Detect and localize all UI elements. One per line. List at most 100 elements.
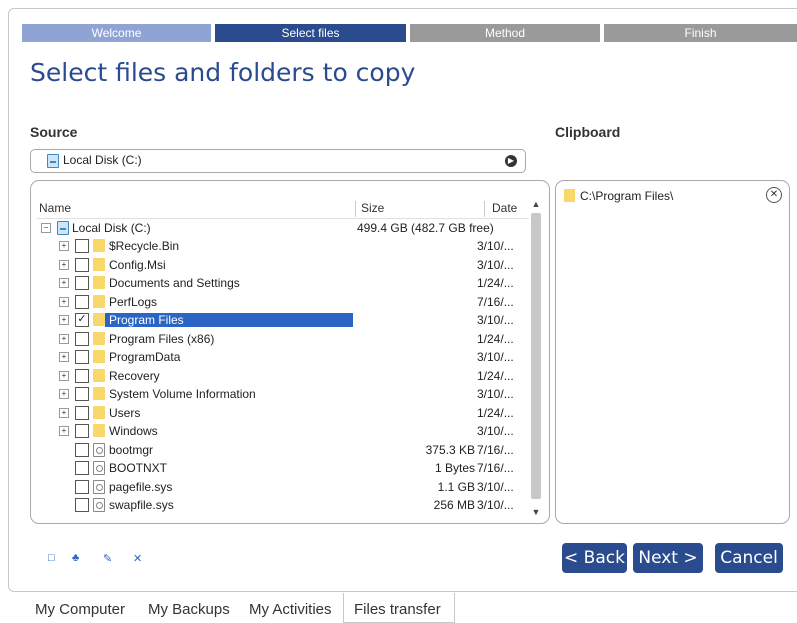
scroll-down-icon[interactable]: ▼ bbox=[529, 505, 543, 519]
tree-row[interactable]: + $Recycle.Bin 3/10/... bbox=[37, 237, 529, 255]
source-dropdown[interactable]: Local Disk (C:) ▶ bbox=[30, 149, 526, 173]
row-checkbox[interactable] bbox=[75, 498, 89, 512]
row-size: 1 Bytes bbox=[434, 461, 475, 475]
file-icon bbox=[93, 461, 105, 475]
expand-icon[interactable]: + bbox=[59, 296, 69, 307]
expand-icon[interactable]: + bbox=[59, 407, 69, 418]
bottom-tabs: My Computer My Backups My Activities Fil… bbox=[0, 593, 797, 623]
collapse-icon[interactable]: − bbox=[41, 223, 51, 233]
tree-row[interactable]: swapfile.sys 256 MB 3/10/... bbox=[37, 496, 529, 514]
row-label: pagefile.sys bbox=[109, 479, 173, 494]
row-checkbox[interactable] bbox=[75, 461, 89, 475]
tree-root-label: Local Disk (C:) bbox=[72, 221, 151, 235]
folder-icon bbox=[93, 276, 105, 289]
tree-row[interactable]: + Windows 3/10/... bbox=[37, 422, 529, 440]
tab-my-backups[interactable]: My Backups bbox=[148, 601, 230, 618]
tree-row[interactable]: + ✓ Program Files 3/10/... bbox=[37, 311, 529, 329]
row-checkbox[interactable] bbox=[75, 294, 89, 309]
row-checkbox[interactable] bbox=[75, 350, 89, 364]
row-label: Users bbox=[109, 405, 141, 420]
tree-row[interactable]: + System Volume Information 3/10/... bbox=[37, 385, 529, 403]
cancel-button[interactable]: Cancel bbox=[715, 543, 783, 573]
rename-icon[interactable]: ✎ bbox=[103, 552, 112, 565]
expand-icon[interactable]: + bbox=[59, 352, 69, 362]
source-dropdown-value: Local Disk (C:) bbox=[63, 153, 142, 167]
row-checkbox[interactable] bbox=[75, 424, 89, 438]
tab-files-transfer[interactable]: Files transfer bbox=[343, 593, 455, 623]
tree-row[interactable]: + Recovery 1/24/... bbox=[37, 367, 529, 385]
column-date[interactable]: Date bbox=[492, 201, 517, 215]
row-date: 1/24/... bbox=[477, 368, 514, 383]
row-checkbox[interactable] bbox=[75, 479, 89, 494]
new-folder-icon[interactable]: □ bbox=[48, 552, 55, 564]
column-name[interactable]: Name bbox=[39, 201, 71, 215]
scroll-thumb[interactable] bbox=[531, 213, 541, 499]
tab-my-computer[interactable]: My Computer bbox=[35, 601, 125, 618]
row-checkbox[interactable] bbox=[75, 387, 89, 401]
row-date: 3/10/... bbox=[477, 350, 514, 364]
folder-icon bbox=[93, 257, 105, 271]
row-label: Program Files (x86) bbox=[109, 331, 215, 346]
scroll-up-icon[interactable]: ▲ bbox=[529, 197, 543, 211]
delete-icon[interactable]: ✕ bbox=[133, 552, 142, 565]
expand-icon[interactable]: + bbox=[59, 315, 69, 325]
source-label: Source bbox=[30, 124, 78, 140]
tree-root[interactable]: − Local Disk (C:) 499.4 GB (482.7 GB fre… bbox=[37, 219, 529, 237]
folder-icon bbox=[93, 331, 105, 345]
row-checkbox[interactable] bbox=[75, 239, 89, 253]
tree-scrollbar[interactable]: ▲ ▼ bbox=[529, 197, 543, 519]
row-checkbox[interactable] bbox=[75, 368, 89, 383]
next-button[interactable]: Next > bbox=[633, 543, 703, 573]
file-icon bbox=[93, 498, 105, 512]
row-label: BOOTNXT bbox=[109, 461, 168, 475]
row-checkbox[interactable] bbox=[75, 405, 89, 420]
row-checkbox[interactable] bbox=[75, 257, 89, 272]
expand-icon[interactable]: + bbox=[59, 426, 69, 436]
expand-icon[interactable]: + bbox=[59, 370, 69, 381]
row-label: swapfile.sys bbox=[109, 498, 174, 512]
row-checkbox[interactable] bbox=[75, 331, 89, 346]
expand-icon[interactable]: + bbox=[59, 333, 69, 344]
tree-row[interactable]: + Config.Msi 3/10/... bbox=[37, 256, 529, 274]
row-label: Documents and Settings bbox=[109, 276, 240, 290]
tree-row[interactable]: + PerfLogs 7/16/... bbox=[37, 293, 529, 311]
expand-icon[interactable]: + bbox=[59, 259, 69, 270]
tree-row[interactable]: + Documents and Settings 1/24/... bbox=[37, 274, 529, 292]
tree-row[interactable]: bootmgr 375.3 KB 7/16/... bbox=[37, 441, 529, 459]
expand-icon[interactable]: + bbox=[59, 278, 69, 288]
clipboard-list[interactable]: C:\Program Files\ ✕ bbox=[555, 180, 790, 524]
tree-row[interactable]: pagefile.sys 1.1 GB 3/10/... bbox=[37, 478, 529, 496]
file-tree[interactable]: Name Size Date ▲ ▼ − Local Disk (C:) 499… bbox=[30, 180, 550, 524]
row-date: 3/10/... bbox=[477, 313, 514, 327]
tab-my-activities[interactable]: My Activities bbox=[249, 601, 332, 618]
row-date: 1/24/... bbox=[477, 331, 514, 346]
folder-icon bbox=[93, 424, 105, 437]
folder-icon bbox=[93, 350, 105, 363]
row-date: 1/24/... bbox=[477, 405, 514, 420]
row-date: 3/10/... bbox=[477, 479, 514, 494]
tree-row[interactable]: + ProgramData 3/10/... bbox=[37, 348, 529, 366]
row-label: PerfLogs bbox=[109, 294, 158, 309]
tree-row[interactable]: + Users 1/24/... bbox=[37, 404, 529, 422]
expand-icon[interactable]: + bbox=[59, 241, 69, 251]
wizard-steps: Welcome Select files Method Finish bbox=[22, 24, 797, 42]
network-icon[interactable]: ♣ bbox=[72, 552, 79, 564]
expand-icon[interactable]: + bbox=[59, 389, 69, 399]
column-size[interactable]: Size bbox=[361, 201, 384, 215]
tree-row[interactable]: + Program Files (x86) 1/24/... bbox=[37, 330, 529, 348]
remove-icon[interactable]: ✕ bbox=[766, 187, 782, 203]
clipboard-item[interactable]: C:\Program Files\ ✕ bbox=[564, 187, 782, 207]
row-checkbox[interactable] bbox=[75, 276, 89, 290]
folder-icon bbox=[564, 189, 575, 202]
tree-header: Name Size Date bbox=[37, 198, 535, 219]
clipboard-item-label: C:\Program Files\ bbox=[580, 189, 674, 203]
row-label: Config.Msi bbox=[109, 257, 166, 272]
row-date: 3/10/... bbox=[477, 498, 514, 512]
tree-row[interactable]: BOOTNXT 1 Bytes 7/16/... bbox=[37, 459, 529, 477]
row-checkbox[interactable] bbox=[75, 442, 89, 457]
row-date: 1/24/... bbox=[477, 276, 514, 290]
row-date: 7/16/... bbox=[477, 294, 514, 309]
row-checkbox[interactable]: ✓ bbox=[75, 313, 89, 327]
chevron-right-icon[interactable]: ▶ bbox=[505, 155, 517, 167]
back-button[interactable]: < Back bbox=[562, 543, 627, 573]
